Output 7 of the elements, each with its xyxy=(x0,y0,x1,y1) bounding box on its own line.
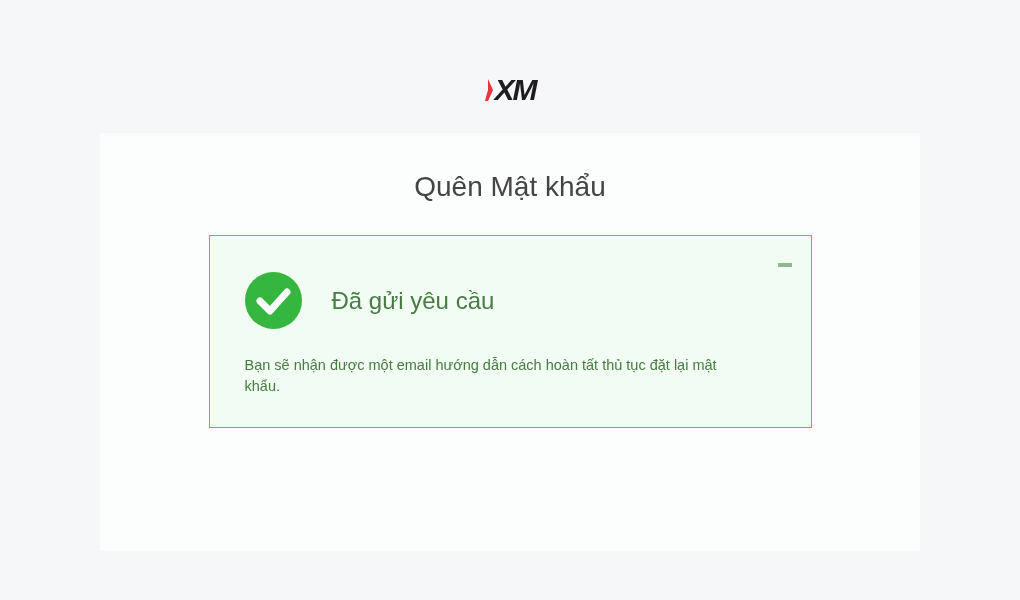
page-title: Quên Mật khẩu xyxy=(414,170,606,204)
alert-message: Bạn sẽ nhận được một email hướng dẫn cách hoàn tất thủ tục đặt lại mật khẩu. xyxy=(244,356,718,396)
logo-mark-icon xyxy=(484,79,493,101)
collapse-button[interactable] xyxy=(777,263,792,267)
logo: XM xyxy=(494,75,536,105)
check-circle-icon xyxy=(244,272,302,329)
alert-heading: Đã gửi yêu cầu xyxy=(331,286,495,315)
